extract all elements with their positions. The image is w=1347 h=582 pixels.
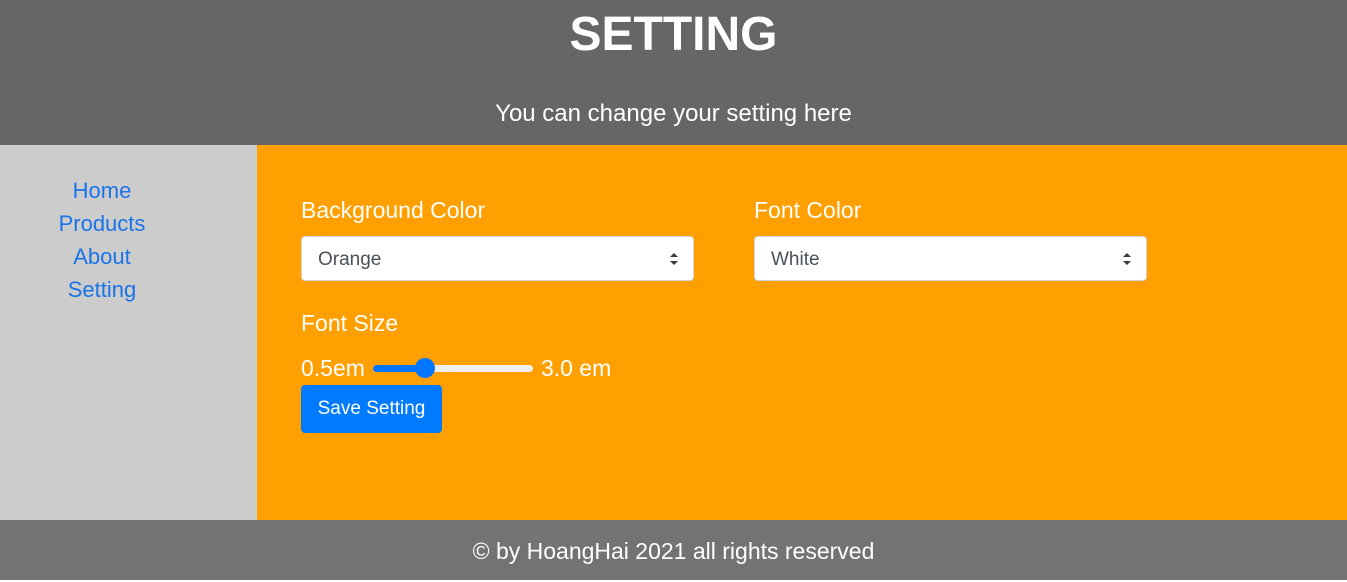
font-size-slider[interactable] — [372, 358, 533, 378]
page-header: SETTING You can change your setting here — [0, 0, 1347, 145]
font-color-value: White — [771, 249, 820, 270]
font-size-row: 0.5em 3.0 em — [301, 352, 611, 384]
font-color-label: Font Color — [754, 197, 862, 223]
page-subtitle: You can change your setting here — [495, 100, 852, 127]
page-footer: © by HoangHai 2021 all rights reserved — [0, 520, 1347, 580]
font-color-select[interactable]: White — [754, 236, 1147, 281]
font-size-max-label: 3.0 em — [540, 354, 612, 381]
sidebar: Home Products About Setting — [0, 145, 257, 520]
sidebar-item-products: Products — [0, 207, 204, 240]
background-color-value: Orange — [318, 249, 382, 270]
sidebar-nav: Home Products About Setting — [0, 145, 204, 306]
select-arrows-icon — [1123, 253, 1131, 265]
nav-link-home[interactable]: Home — [73, 178, 132, 203]
slider-thumb[interactable] — [414, 358, 435, 378]
sidebar-item-about: About — [0, 240, 204, 273]
nav-link-about[interactable]: About — [73, 244, 131, 269]
sidebar-item-setting: Setting — [0, 273, 204, 306]
settings-panel: Background Color Orange Font Color White… — [257, 145, 1347, 520]
font-size-min-label: 0.5em — [301, 354, 365, 381]
page-title: SETTING — [569, 8, 778, 61]
background-color-label: Background Color — [301, 197, 486, 223]
nav-link-setting[interactable]: Setting — [68, 277, 137, 302]
save-setting-button[interactable]: Save Setting — [301, 385, 442, 433]
select-arrows-icon — [670, 253, 678, 265]
background-color-select[interactable]: Orange — [301, 236, 694, 281]
sidebar-item-home: Home — [0, 174, 204, 207]
nav-link-products[interactable]: Products — [59, 211, 146, 236]
font-size-label: Font Size — [301, 310, 399, 336]
